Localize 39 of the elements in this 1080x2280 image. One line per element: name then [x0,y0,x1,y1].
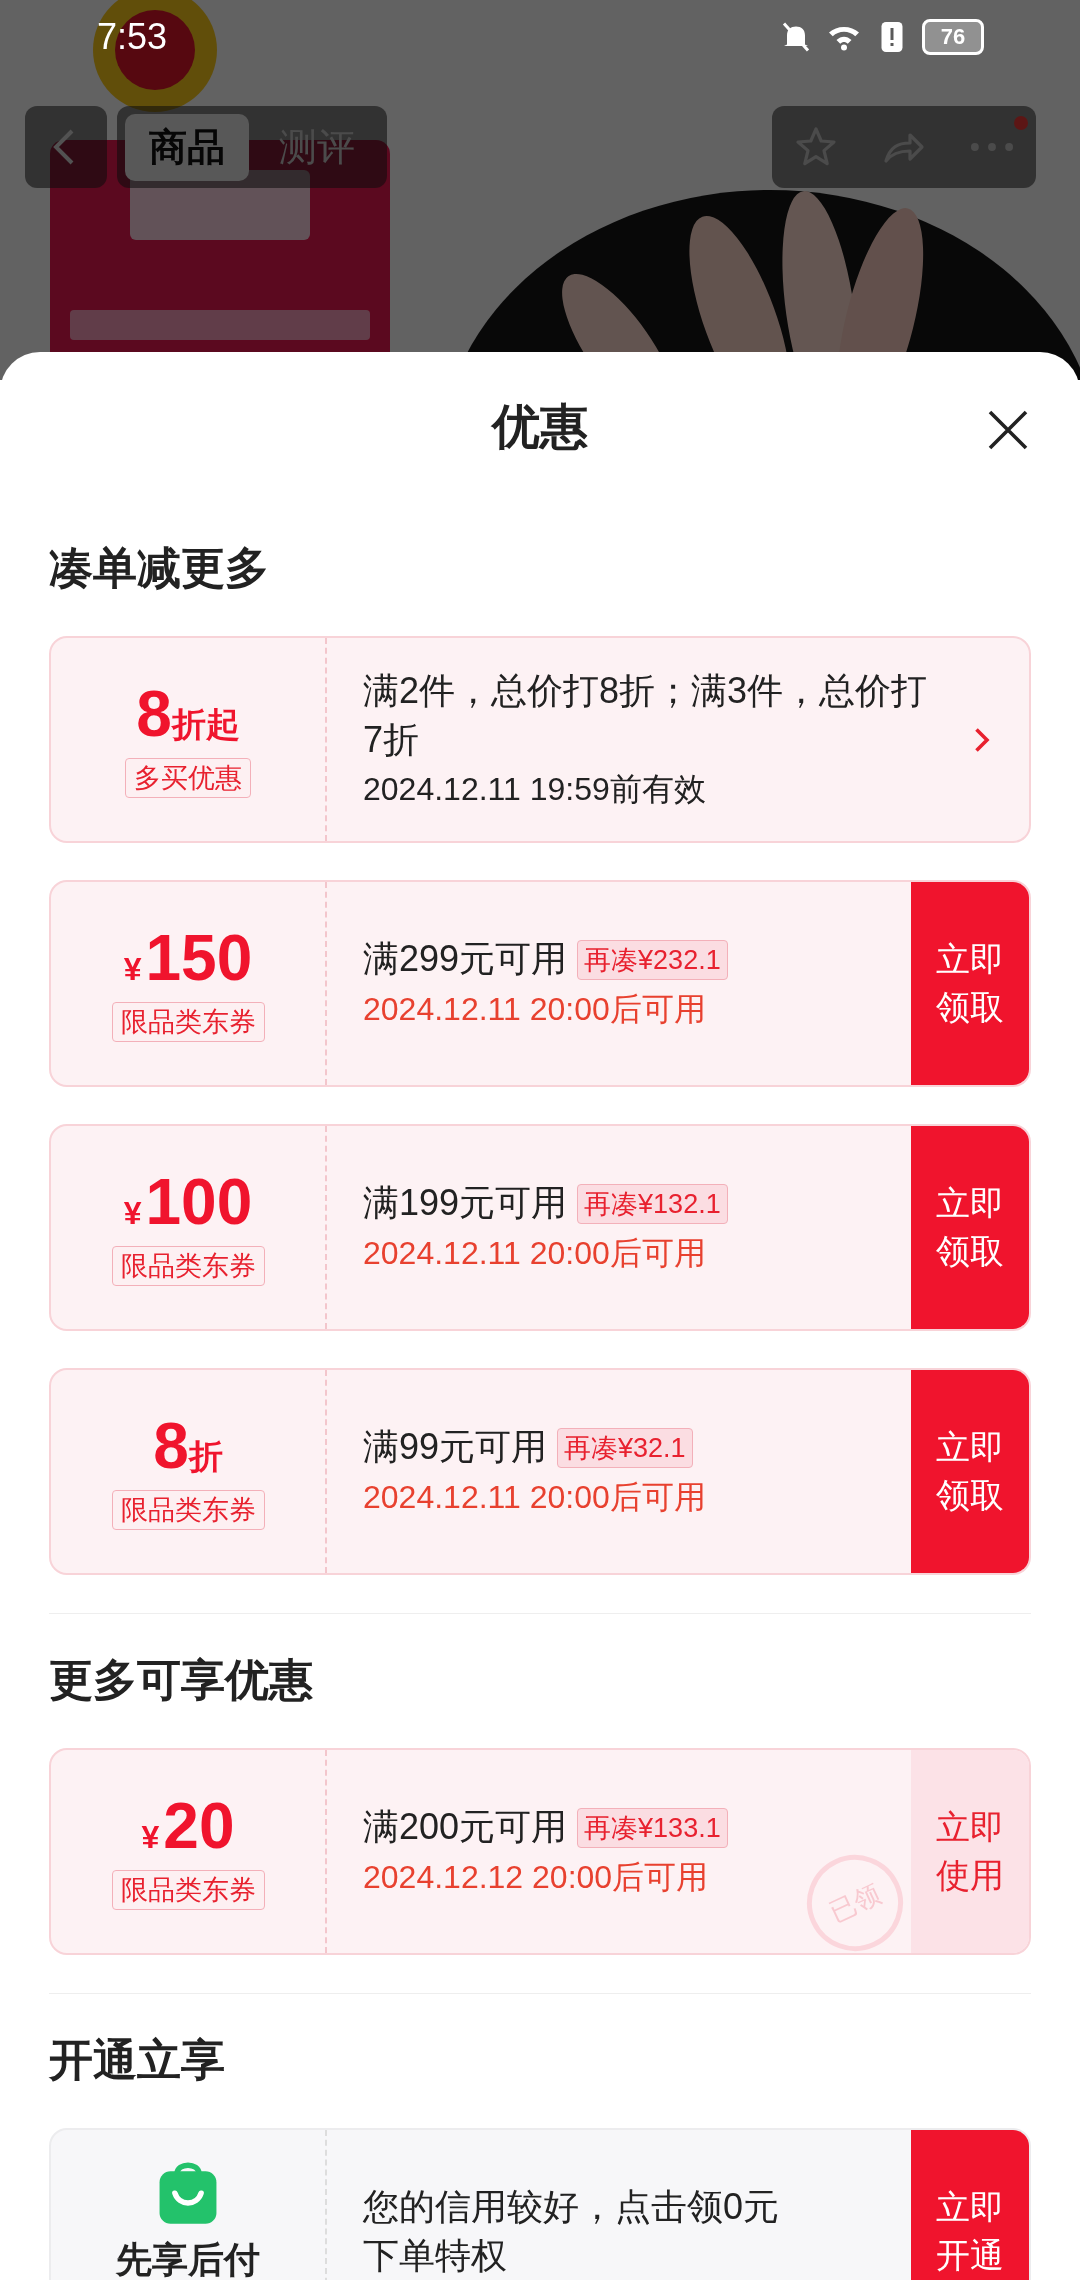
action-button[interactable]: 立即开通 [911,2130,1029,2280]
coupon-type-tag: 限品类东券 [111,1245,265,1286]
condition-text: 满299元可用 [363,937,568,982]
validity-text: 2024.12.11 19:59前有效 [363,770,706,810]
coupon-amount: ¥100 [123,1169,253,1234]
section-title: 开通立享 [49,2034,226,2086]
coupon-amount: 8折 [153,1413,223,1478]
coupon-type-tag: 多买优惠 [125,757,251,798]
validity-text: 2024.12.11 20:00后可用 [363,1477,706,1517]
condition-text: 满200元可用 [363,1805,568,1850]
coupon-amount: 8折起 [136,681,240,746]
action-button[interactable]: 立即领取 [911,882,1029,1085]
battery-indicator: 76 [922,19,984,55]
coupon-type-tag: 限品类东券 [111,1001,265,1042]
top-up-tag: 再凑¥232.1 [577,939,728,980]
condition-text: 满99元可用 [363,1425,548,1470]
condition-text: 您的信用较好，点击领0元下单特权 [363,2184,781,2278]
status-time: 7:53 [97,16,168,58]
sheet-title: 优惠 [492,399,588,455]
service-label: 先享后付 [116,2238,260,2280]
top-up-tag: 再凑¥132.1 [577,1183,728,1224]
section-title: 更多可享优惠 [49,1654,314,1706]
top-up-tag: 再凑¥32.1 [557,1427,693,1468]
action-button[interactable]: 立即领取 [911,1126,1029,1329]
tab[interactable]: 商品 [125,113,249,181]
action-button[interactable]: 立即领取 [911,1370,1029,1573]
more-icon [970,142,1014,152]
coupon-amount: ¥20 [141,1793,235,1858]
validity-text: 2024.12.11 20:00后可用 [363,989,706,1029]
validity-text: 2024.12.11 20:00后可用 [363,1233,706,1273]
validity-text: 2024.12.12 20:00后可用 [363,1857,709,1897]
coupon-amount: ¥150 [123,925,253,990]
action-button[interactable]: 立即使用 [911,1750,1029,1953]
condition-text: 满2件，总价打8折；满3件，总价打7折 [363,668,929,762]
section-title: 凑单减更多 [49,542,270,594]
coupon-type-tag: 限品类东券 [111,1869,265,1910]
top-up-tag: 再凑¥133.1 [577,1807,728,1848]
coupon-type-tag: 限品类东券 [111,1489,265,1530]
condition-text: 满199元可用 [363,1181,568,1226]
